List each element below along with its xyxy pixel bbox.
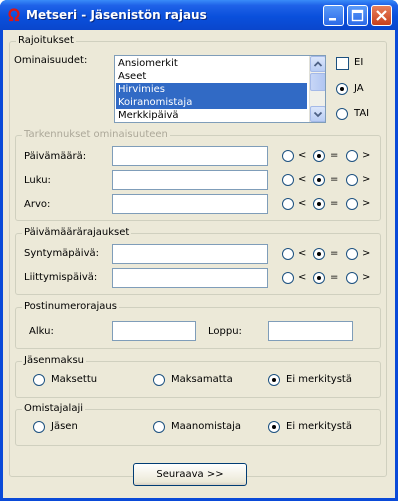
paivamaara-gt-radio[interactable] — [346, 150, 358, 162]
paivamaara-eq-radio[interactable] — [313, 150, 325, 162]
alku-label: Alku: — [29, 326, 54, 337]
postinumerorajaus-legend: Postinumerorajaus — [22, 301, 119, 312]
list-item[interactable]: Hirvimies — [116, 83, 307, 96]
tarkennukset-legend: Tarkennukset ominaisuuteen — [22, 129, 170, 140]
liittymispaiva-eq-radio[interactable] — [313, 272, 325, 284]
gt-label: > — [362, 174, 371, 185]
tai-radio[interactable] — [336, 108, 348, 120]
close-icon — [376, 10, 387, 21]
eq-label: = — [330, 198, 339, 209]
maximize-button[interactable] — [347, 5, 368, 26]
dialog-body: Rajoitukset Ominaisuudet: Ansiomerkit As… — [3, 30, 395, 498]
arvo-gt-radio[interactable] — [346, 198, 358, 210]
app-window: Metseri - Jäsenistön rajaus Rajoitukset … — [0, 0, 398, 501]
scroll-thumb[interactable] — [310, 73, 325, 91]
syntymapaiva-label: Syntymäpäivä: — [24, 248, 99, 259]
syntymapaiva-lt-radio[interactable] — [282, 248, 294, 260]
loppu-field[interactable] — [268, 321, 353, 341]
maximize-icon — [351, 9, 364, 22]
ja-label: JA — [354, 83, 364, 94]
ei-checkbox[interactable] — [336, 57, 349, 70]
list-scrollbar[interactable] — [309, 56, 325, 122]
next-button[interactable]: Seuraava >> — [133, 463, 247, 486]
chevron-down-icon — [313, 111, 323, 118]
list-item[interactable]: Koiranomistaja — [116, 96, 307, 109]
close-button[interactable] — [371, 5, 392, 26]
liittymispaiva-lt-radio[interactable] — [282, 272, 294, 284]
jasenmaksu-ei-merkitysta-label: Ei merkitystä — [286, 374, 352, 385]
minimize-button[interactable] — [323, 5, 344, 26]
maksamatta-radio[interactable] — [153, 374, 165, 386]
luku-label: Luku: — [24, 175, 51, 186]
chevron-up-icon — [313, 61, 323, 67]
maanomistaja-label: Maanomistaja — [171, 421, 242, 432]
maksamatta-label: Maksamatta — [171, 374, 233, 385]
list-item[interactable]: Merkkipäivä — [116, 109, 307, 122]
eq-label: = — [330, 272, 339, 283]
maksettu-radio[interactable] — [33, 374, 45, 386]
eq-label: = — [330, 174, 339, 185]
omistajalaji-ei-merkitysta-radio[interactable] — [268, 421, 280, 433]
jasenmaksu-ei-merkitysta-radio[interactable] — [268, 374, 280, 386]
title-bar[interactable]: Metseri - Jäsenistön rajaus — [0, 0, 398, 30]
arvo-label: Arvo: — [24, 199, 51, 210]
lt-label: < — [298, 248, 307, 259]
liittymispaiva-field[interactable] — [112, 268, 268, 288]
lt-label: < — [298, 174, 307, 185]
list-item[interactable]: Aseet — [116, 70, 307, 83]
rajoitukset-legend: Rajoitukset — [16, 35, 76, 46]
luku-eq-radio[interactable] — [313, 174, 325, 186]
ominaisuudet-listbox[interactable]: Ansiomerkit Aseet Hirvimies Koiranomista… — [114, 55, 326, 123]
luku-field[interactable] — [112, 170, 268, 190]
scroll-down-button[interactable] — [310, 106, 325, 122]
gt-label: > — [362, 150, 371, 161]
arvo-field[interactable] — [112, 194, 268, 214]
syntymapaiva-eq-radio[interactable] — [313, 248, 325, 260]
ei-label: EI — [354, 57, 364, 68]
alku-field[interactable] — [112, 321, 196, 341]
arvo-eq-radio[interactable] — [313, 198, 325, 210]
maksettu-label: Maksettu — [51, 374, 98, 385]
gt-label: > — [362, 248, 371, 259]
syntymapaiva-field[interactable] — [112, 244, 268, 264]
ominaisuudet-label: Ominaisuudet: — [14, 55, 88, 66]
window-title: Metseri - Jäsenistön rajaus — [26, 8, 207, 22]
gt-label: > — [362, 272, 371, 283]
liittymispaiva-gt-radio[interactable] — [346, 272, 358, 284]
tai-label: TAI — [354, 108, 370, 119]
gt-label: > — [362, 198, 371, 209]
jasen-label: Jäsen — [51, 421, 78, 432]
arvo-lt-radio[interactable] — [282, 198, 294, 210]
omistajalaji-ei-merkitysta-label: Ei merkitystä — [286, 421, 352, 432]
list-item[interactable]: Ansiomerkit — [116, 57, 307, 70]
ja-radio[interactable] — [336, 83, 348, 95]
omistajalaji-legend: Omistajalaji — [22, 403, 86, 414]
liittymispaiva-label: Liittymispäivä: — [24, 272, 98, 283]
omega-icon — [8, 8, 20, 22]
lt-label: < — [298, 150, 307, 161]
jasen-radio[interactable] — [33, 421, 45, 433]
paivamaara-field[interactable] — [112, 146, 268, 166]
eq-label: = — [330, 150, 339, 161]
luku-lt-radio[interactable] — [282, 174, 294, 186]
paivamaara-lt-radio[interactable] — [282, 150, 294, 162]
paivamaararajaukset-legend: Päivämäärärajaukset — [22, 227, 132, 238]
lt-label: < — [298, 272, 307, 283]
loppu-label: Loppu: — [208, 326, 242, 337]
minimize-icon — [329, 18, 336, 21]
maanomistaja-radio[interactable] — [153, 421, 165, 433]
eq-label: = — [330, 248, 339, 259]
jasenmaksu-legend: Jäsenmaksu — [22, 355, 86, 366]
syntymapaiva-gt-radio[interactable] — [346, 248, 358, 260]
lt-label: < — [298, 198, 307, 209]
paivamaara-label: Päivämäärä: — [24, 151, 87, 162]
luku-gt-radio[interactable] — [346, 174, 358, 186]
scroll-up-button[interactable] — [310, 56, 325, 72]
